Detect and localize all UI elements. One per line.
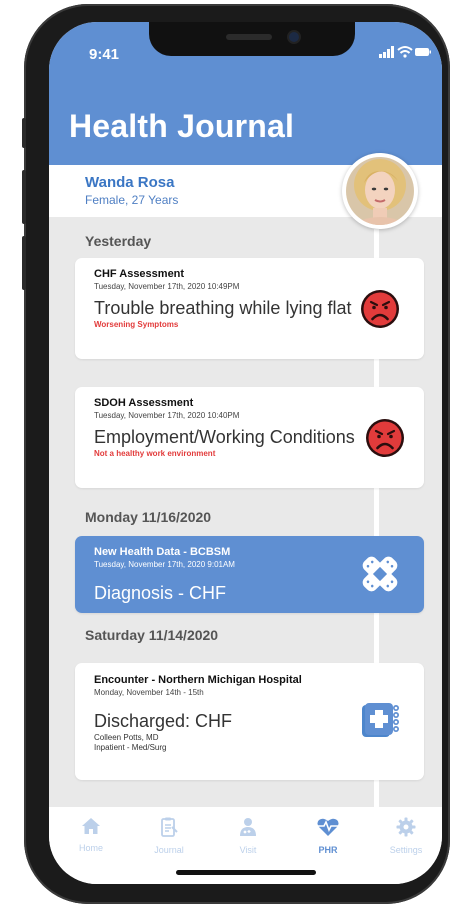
tab-journal[interactable]: Journal — [134, 817, 204, 855]
tab-label: Home — [78, 843, 103, 853]
status-time: 9:41 — [89, 46, 120, 63]
card-date: Tuesday, November 17th, 2020 9:01AM — [94, 560, 235, 569]
page-title: Health Journal — [69, 108, 295, 144]
card-title: Encounter - Northern Michigan Hospital — [94, 674, 302, 686]
section-header-yesterday: Yesterday — [85, 233, 152, 249]
card-main-text: Diagnosis - CHF — [94, 583, 227, 603]
tab-label: Settings — [389, 845, 423, 855]
battery-icon — [415, 48, 431, 56]
speaker — [226, 34, 272, 40]
home-icon — [82, 818, 100, 834]
tab-home[interactable]: Home — [56, 817, 126, 853]
tab-label: PHR — [318, 845, 338, 855]
journal-card-new-health-data[interactable]: New Health Data - BCBSM Tuesday, Novembe… — [75, 536, 424, 613]
bandage-icon — [362, 556, 398, 592]
side-button-left — [22, 236, 26, 290]
notch — [149, 22, 355, 56]
journal-card-sdoh-assessment[interactable]: SDOH Assessment Tuesday, November 17th, … — [75, 387, 424, 488]
card-unit: Inpatient - Med/Surg — [94, 743, 167, 752]
avatar-photo-icon — [346, 157, 414, 225]
heart-pulse-icon — [317, 818, 339, 836]
card-status: Not a healthy work environment — [94, 449, 216, 458]
card-date: Tuesday, November 17th, 2020 10:49PM — [94, 282, 240, 291]
card-status: Worsening Symptoms — [94, 320, 179, 329]
tab-label: Journal — [154, 845, 184, 855]
status-icons — [379, 45, 431, 59]
card-date: Monday, November 14th - 15th — [94, 688, 204, 697]
patient-name: Wanda Rosa — [85, 174, 175, 191]
card-title: SDOH Assessment — [94, 397, 194, 409]
signal-icon — [379, 46, 394, 58]
card-date: Tuesday, November 17th, 2020 10:40PM — [94, 411, 240, 420]
avatar[interactable] — [342, 153, 418, 229]
home-indicator[interactable] — [176, 870, 316, 875]
side-button-left — [22, 118, 26, 148]
gear-icon — [396, 817, 416, 837]
side-button-left — [22, 170, 26, 224]
patient-info: Female, 27 Years — [85, 193, 179, 207]
card-main-text: Trouble breathing while lying flat — [94, 298, 352, 318]
sad-face-icon — [361, 290, 399, 328]
tab-label: Visit — [239, 845, 257, 855]
tab-visit[interactable]: Visit — [213, 817, 283, 855]
card-main-text: Employment/Working Conditions — [94, 427, 355, 447]
journal-card-chf-assessment[interactable]: CHF Assessment Tuesday, November 17th, 2… — [75, 258, 424, 359]
front-camera — [289, 32, 299, 42]
sad-face-icon — [366, 419, 404, 457]
journal-card-encounter[interactable]: Encounter - Northern Michigan Hospital M… — [75, 663, 424, 780]
app-screen: 9:41 Health Journal Wanda Rosa Female, 2… — [49, 22, 442, 884]
medical-binder-icon — [362, 703, 399, 737]
wifi-icon — [397, 46, 413, 58]
section-header-saturday: Saturday 11/14/2020 — [85, 627, 219, 643]
card-provider: Colleen Potts, MD — [94, 733, 159, 742]
journal-icon — [161, 817, 178, 837]
section-header-monday: Monday 11/16/2020 — [85, 509, 212, 525]
card-title: CHF Assessment — [94, 268, 185, 280]
doctor-icon — [240, 818, 256, 836]
card-main-text: Discharged: CHF — [94, 711, 233, 731]
tab-settings[interactable]: Settings — [371, 817, 441, 855]
card-title: New Health Data - BCBSM — [94, 546, 231, 558]
tab-phr[interactable]: PHR — [293, 817, 363, 855]
